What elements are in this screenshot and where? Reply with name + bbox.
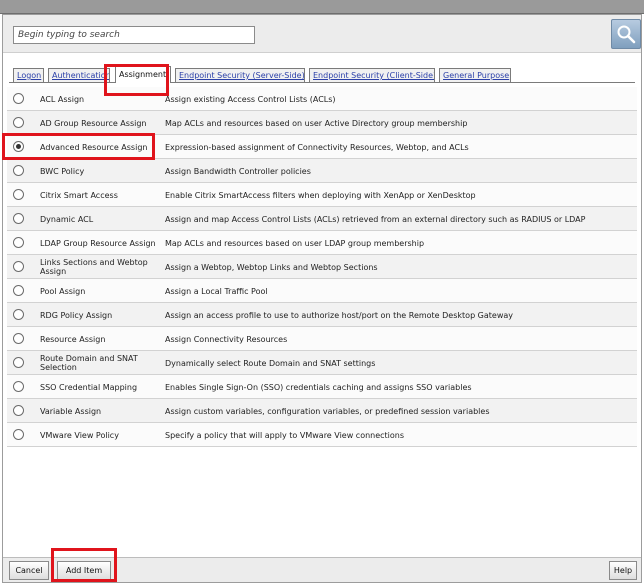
item-description: Dynamically select Route Domain and SNAT… xyxy=(165,358,376,368)
tab-authentication[interactable]: Authentication xyxy=(48,68,110,82)
item-name: Resource Assign xyxy=(40,334,106,344)
radio-button[interactable] xyxy=(13,309,24,320)
radio-button[interactable] xyxy=(13,333,24,344)
tab-endpoint-security-client-side[interactable]: Endpoint Security (Client-Side) xyxy=(309,68,435,82)
radio-button[interactable] xyxy=(13,189,24,200)
search-bar xyxy=(3,15,641,53)
item-name: AD Group Resource Assign xyxy=(40,118,147,128)
list-item[interactable]: VMware View Policy Specify a policy that … xyxy=(7,423,637,447)
item-name: Links Sections and Webtop Assign xyxy=(40,258,148,276)
assignment-item-list: ACL Assign Assign existing Access Control… xyxy=(7,87,637,447)
item-description: Assign custom variables, configuration v… xyxy=(165,406,490,416)
radio-button[interactable] xyxy=(13,285,24,296)
list-item[interactable]: LDAP Group Resource Assign Map ACLs and r… xyxy=(7,231,637,255)
radio-button[interactable] xyxy=(13,165,24,176)
dialog-footer: Cancel Add Item Help xyxy=(3,557,641,582)
item-description: Expression-based assignment of Connectiv… xyxy=(165,142,469,152)
item-name: SSO Credential Mapping xyxy=(40,382,138,392)
radio-selected[interactable] xyxy=(13,141,24,152)
add-item-button[interactable]: Add Item xyxy=(57,561,111,580)
list-item[interactable]: BWC Policy Assign Bandwidth Controller po… xyxy=(7,159,637,183)
list-item[interactable]: Resource Assign Assign Connectivity Resou… xyxy=(7,327,637,351)
item-description: Specify a policy that will apply to VMwa… xyxy=(165,430,405,440)
list-item[interactable]: AD Group Resource Assign Map ACLs and res… xyxy=(7,111,637,135)
search-button[interactable] xyxy=(611,19,641,49)
radio-button[interactable] xyxy=(13,381,24,392)
item-description: Assign Connectivity Resources xyxy=(165,334,288,344)
window-top-bar xyxy=(0,0,644,14)
list-item[interactable]: ACL Assign Assign existing Access Control… xyxy=(7,87,637,111)
item-name: BWC Policy xyxy=(40,166,85,176)
radio-button[interactable] xyxy=(13,93,24,104)
list-item[interactable]: Dynamic ACL Assign and map Access Control… xyxy=(7,207,637,231)
item-description: Assign Bandwidth Controller policies xyxy=(165,166,311,176)
search-input[interactable] xyxy=(13,26,255,44)
radio-button[interactable] xyxy=(13,405,24,416)
item-description: Enable Citrix SmartAccess filters when d… xyxy=(165,190,476,200)
item-name: Advanced Resource Assign xyxy=(40,142,148,152)
item-name: Route Domain and SNAT Selection xyxy=(40,354,138,372)
radio-button[interactable] xyxy=(13,117,24,128)
tab-assignment[interactable]: Assignment xyxy=(115,66,171,83)
list-item[interactable]: Variable Assign Assign custom variables, … xyxy=(7,399,637,423)
help-button[interactable]: Help xyxy=(609,561,637,580)
list-item[interactable]: Citrix Smart Access Enable Citrix SmartAc… xyxy=(7,183,637,207)
radio-button[interactable] xyxy=(13,237,24,248)
radio-button[interactable] xyxy=(13,357,24,368)
add-item-dialog: Logon Authentication Assignment Endpoint… xyxy=(2,14,642,583)
radio-button[interactable] xyxy=(13,429,24,440)
item-description: Assign a Local Traffic Pool xyxy=(165,286,268,296)
tab-logon[interactable]: Logon xyxy=(13,68,44,82)
category-tabs: Logon Authentication Assignment Endpoint… xyxy=(9,66,635,83)
item-name: LDAP Group Resource Assign xyxy=(40,238,156,248)
item-name: Citrix Smart Access xyxy=(40,190,118,200)
item-description: Assign an access profile to use to autho… xyxy=(165,310,514,320)
magnifier-icon xyxy=(617,25,636,44)
tab-general-purpose[interactable]: General Purpose xyxy=(439,68,511,82)
item-description: Enables Single Sign-On (SSO) credentials… xyxy=(165,382,472,392)
item-description: Assign existing Access Control Lists (AC… xyxy=(165,94,336,104)
item-name: ACL Assign xyxy=(40,94,85,104)
list-item[interactable]: RDG Policy Assign Assign an access profil… xyxy=(7,303,637,327)
list-item[interactable]: Advanced Resource Assign Expression-based… xyxy=(7,135,637,159)
list-item[interactable]: Links Sections and Webtop Assign Assign a… xyxy=(7,255,637,279)
item-description: Assign and map Access Control Lists (ACL… xyxy=(165,214,586,224)
cancel-button[interactable]: Cancel xyxy=(9,561,49,580)
item-name: RDG Policy Assign xyxy=(40,310,113,320)
item-description: Map ACLs and resources based on user LDA… xyxy=(165,238,425,248)
list-item[interactable]: Route Domain and SNAT Selection Dynamical… xyxy=(7,351,637,375)
radio-button[interactable] xyxy=(13,213,24,224)
item-name: Variable Assign xyxy=(40,406,102,416)
item-name: VMware View Policy xyxy=(40,430,119,440)
item-name: Dynamic ACL xyxy=(40,214,94,224)
item-description: Assign a Webtop, Webtop Links and Webtop… xyxy=(165,262,378,272)
item-description: Map ACLs and resources based on user Act… xyxy=(165,118,468,128)
radio-button[interactable] xyxy=(13,261,24,272)
list-item[interactable]: Pool Assign Assign a Local Traffic Pool xyxy=(7,279,637,303)
tab-endpoint-security-server-side[interactable]: Endpoint Security (Server-Side) xyxy=(175,68,305,82)
item-name: Pool Assign xyxy=(40,286,86,296)
list-item[interactable]: SSO Credential Mapping Enables Single Sig… xyxy=(7,375,637,399)
